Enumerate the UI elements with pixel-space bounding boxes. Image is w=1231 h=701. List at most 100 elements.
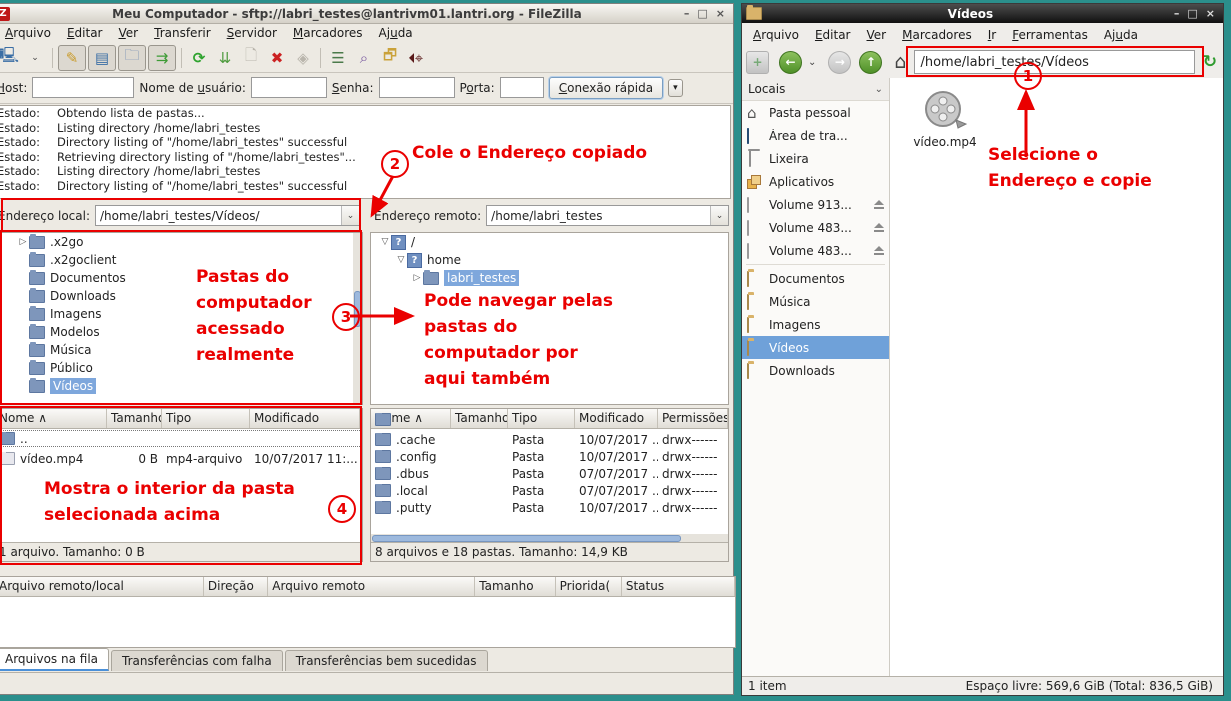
tree-item-home[interactable]: ▽?home — [371, 251, 728, 269]
sidebar-item-volume-483a[interactable]: Volume 483... — [742, 216, 889, 239]
eject-icon[interactable] — [873, 246, 885, 256]
toggle-remote-tree-icon[interactable]: 🗀︎ — [118, 45, 146, 71]
menu-ver[interactable]: Ver — [860, 26, 894, 44]
sidebar-item-videos-selected[interactable]: Vídeos — [742, 336, 889, 359]
sidebar-item-documentos[interactable]: Documentos — [742, 267, 889, 290]
new-tab-icon[interactable]: + — [746, 51, 769, 74]
filezilla-titlebar[interactable]: Z Meu Computador - sftp://labri_testes@l… — [0, 4, 733, 24]
minimize-button[interactable]: – — [684, 7, 690, 20]
host-input[interactable] — [32, 77, 134, 98]
file-item-video[interactable]: vídeo.mp4 — [900, 90, 990, 149]
column-header-tipo[interactable]: Tipo — [162, 409, 250, 428]
sidebar-item-musica[interactable]: Música — [742, 290, 889, 313]
chevron-down-icon[interactable]: ⌄ — [341, 206, 359, 225]
queue-col-status[interactable]: Status — [622, 577, 735, 596]
menu-ajuda[interactable]: Ajuda — [1097, 26, 1145, 44]
up-icon[interactable]: ↑ — [859, 51, 882, 74]
menu-ferramentas[interactable]: Ferramentas — [1005, 26, 1095, 44]
tree-item-x2goclient[interactable]: .x2goclient — [0, 251, 362, 269]
maximize-button[interactable]: □ — [1187, 7, 1197, 20]
column-header-modificado[interactable]: Modificado — [575, 409, 658, 428]
menu-arquivo[interactable]: Arquivo — [0, 24, 58, 42]
queue-view-icon[interactable]: ☰ — [326, 46, 350, 70]
queue-col-arquivo-remoto-local[interactable]: Arquivo remoto/local — [0, 577, 204, 596]
site-manager-icon[interactable]: 🖳︎ — [0, 46, 21, 70]
file-row[interactable]: .putty Pasta 10/07/2017 ... drwx------ — [371, 499, 728, 516]
menu-ir[interactable]: Ir — [981, 26, 1003, 44]
menu-arquivo[interactable]: Arquivo — [746, 26, 806, 44]
username-input[interactable] — [251, 77, 327, 98]
sidebar-item-volume-483b[interactable]: Volume 483... — [742, 239, 889, 262]
file-row[interactable]: .dbus Pasta 07/07/2017 ... drwx------ — [371, 465, 728, 482]
menu-editar[interactable]: Editar — [808, 26, 858, 44]
expander-icon[interactable]: ▷ — [411, 273, 423, 283]
location-bar[interactable]: /home/labri_testes/Vídeos — [914, 50, 1194, 74]
filter-icon[interactable]: ⌕ — [352, 46, 376, 70]
reload-icon[interactable]: ↻ — [1203, 52, 1217, 72]
queue-col-direcao[interactable]: Direção — [204, 577, 268, 596]
file-row[interactable]: .config Pasta 10/07/2017 ... drwx------ — [371, 448, 728, 465]
file-row-video[interactable]: vídeo.mp4 0 B mp4-arquivo 10/07/2017 11:… — [0, 450, 362, 467]
chevron-down-icon[interactable]: ⌄ — [710, 206, 728, 225]
home-icon[interactable]: ⌂ — [894, 51, 906, 73]
compare-icon[interactable]: 🗗︎ — [378, 46, 402, 70]
tree-item-videos-selected[interactable]: Vídeos — [0, 377, 362, 395]
forward-icon[interactable]: → — [828, 51, 851, 74]
queue-col-tamanho[interactable]: Tamanho — [475, 577, 555, 596]
menu-marcadores[interactable]: Marcadores — [286, 24, 370, 42]
column-header-tipo[interactable]: Tipo — [508, 409, 575, 428]
tree-item-labri-testes[interactable]: ▷labri_testes — [371, 269, 728, 287]
tree-item-downloads[interactable]: Downloads — [0, 287, 362, 305]
tree-item-imagens[interactable]: Imagens — [0, 305, 362, 323]
column-header-modificado[interactable]: Modificado — [250, 409, 360, 428]
quickconnect-dropdown-icon[interactable]: ▾ — [668, 79, 683, 97]
expander-icon[interactable]: ▽ — [395, 255, 407, 265]
menu-editar[interactable]: Editar — [60, 24, 110, 42]
tree-item-documentos[interactable]: Documentos — [0, 269, 362, 287]
tab-transferencias-bem-sucedidas[interactable]: Transferências bem sucedidas — [285, 650, 488, 671]
minimize-button[interactable]: – — [1174, 7, 1180, 20]
password-input[interactable] — [379, 77, 455, 98]
file-row-parent[interactable]: .. — [0, 430, 362, 447]
menu-ajuda[interactable]: Ajuda — [372, 24, 420, 42]
expander-icon[interactable]: ▽ — [379, 237, 391, 247]
sidebar-item-downloads[interactable]: Downloads — [742, 359, 889, 382]
file-row[interactable]: .local Pasta 07/07/2017 ... drwx------ — [371, 482, 728, 499]
folder-view[interactable]: vídeo.mp4 — [890, 78, 1223, 677]
toggle-log-icon[interactable]: ✎ — [58, 45, 86, 71]
site-manager-dropdown-icon[interactable]: ⌄ — [23, 46, 47, 70]
remote-address-combo[interactable]: /home/labri_testes ⌄ — [486, 205, 729, 226]
local-tree-scrollbar[interactable] — [353, 233, 362, 404]
queue-col-arquivo-remoto[interactable]: Arquivo remoto — [268, 577, 475, 596]
filemanager-titlebar[interactable]: Vídeos – □ × — [742, 4, 1223, 23]
tree-item-root[interactable]: ▽?/ — [371, 233, 728, 251]
close-button[interactable]: × — [1206, 7, 1215, 20]
eject-icon[interactable] — [873, 200, 885, 210]
tab-arquivos-na-fila[interactable]: Arquivos na fila — [0, 648, 109, 671]
port-input[interactable] — [500, 77, 544, 98]
column-header-nome[interactable]: Nome ∧ — [0, 409, 107, 428]
disconnect-icon[interactable]: ✖ — [265, 46, 289, 70]
back-icon[interactable]: ← — [779, 51, 802, 74]
menu-servidor[interactable]: Servidor — [220, 24, 284, 42]
sidebar-item-volume-913[interactable]: Volume 913... — [742, 193, 889, 216]
close-button[interactable]: × — [716, 7, 725, 20]
tree-item-publico[interactable]: Público — [0, 359, 362, 377]
local-address-combo[interactable]: /home/labri_testes/Vídeos/ ⌄ — [95, 205, 360, 226]
column-header-permissoes[interactable]: Permissões — [658, 409, 728, 428]
expander-icon[interactable]: ▷ — [17, 237, 29, 247]
column-header-tamanho[interactable]: Tamanho — [451, 409, 508, 428]
sidebar-item-imagens[interactable]: Imagens — [742, 313, 889, 336]
process-queue-icon[interactable]: ⇊ — [213, 46, 237, 70]
sync-browsing-icon[interactable]: ⇉ — [148, 45, 176, 71]
queue-col-prioridade[interactable]: Priorida( — [556, 577, 622, 596]
tree-item-x2go[interactable]: ▷.x2go — [0, 233, 362, 251]
menu-ver[interactable]: Ver — [112, 24, 146, 42]
menu-transferir[interactable]: Transferir — [147, 24, 218, 42]
maximize-button[interactable]: □ — [697, 7, 707, 20]
file-row[interactable]: .cache Pasta 10/07/2017 ... drwx------ — [371, 431, 728, 448]
sidebar-item-pasta-pessoal[interactable]: ⌂Pasta pessoal — [742, 101, 889, 124]
column-header-tamanho[interactable]: Tamanho — [107, 409, 162, 428]
search-icon[interactable]: 🞀⌖ — [404, 46, 428, 70]
places-selector[interactable]: Locais ⌄ — [742, 78, 889, 101]
